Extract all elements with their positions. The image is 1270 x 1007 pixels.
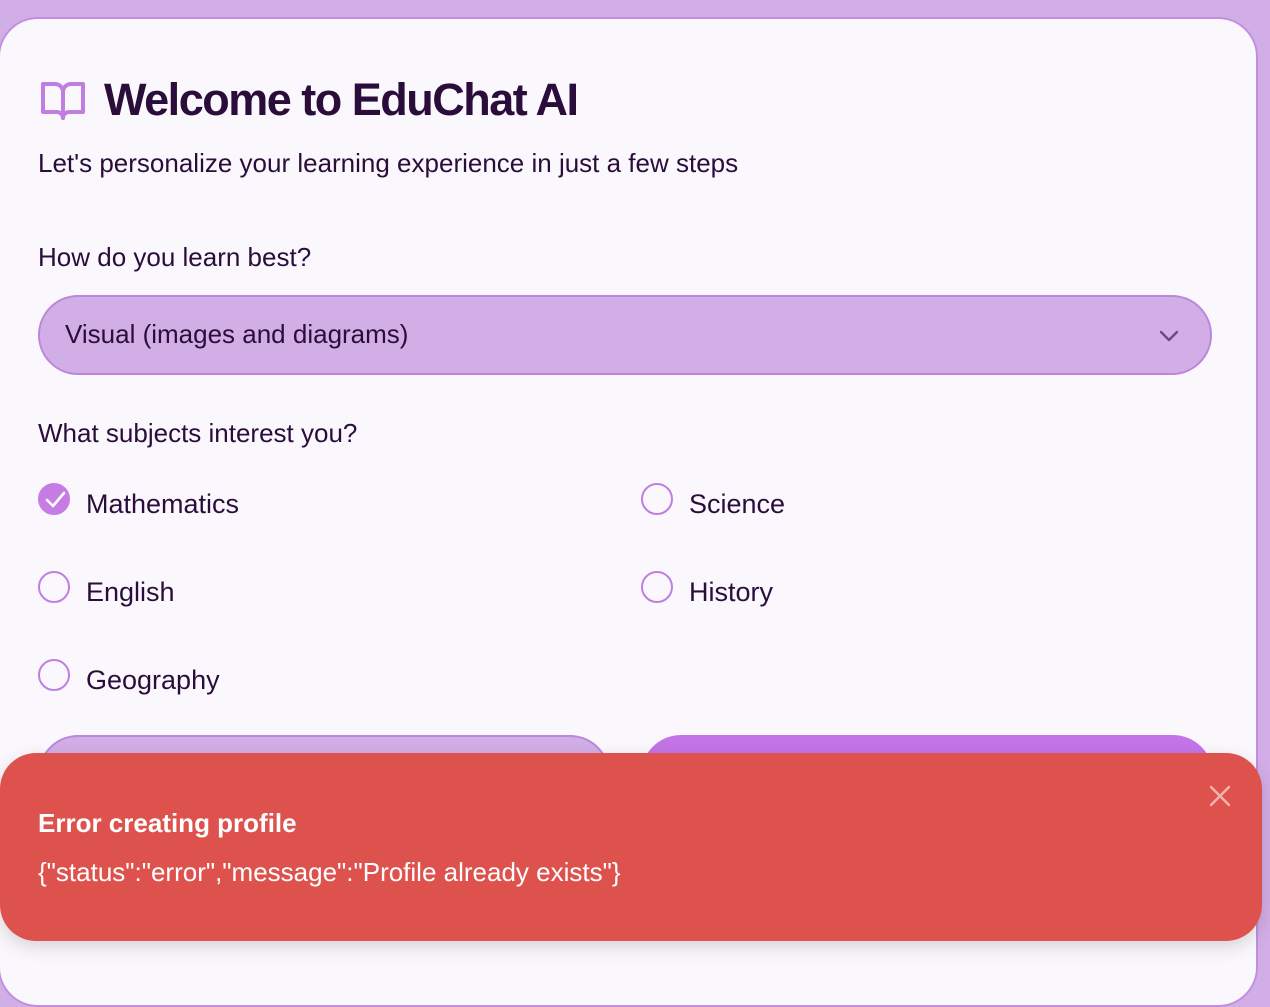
subject-label: Science bbox=[689, 489, 786, 519]
checkbox-unchecked[interactable] bbox=[38, 571, 70, 603]
chevron-down-icon bbox=[1158, 325, 1180, 347]
checkbox-unchecked[interactable] bbox=[38, 659, 70, 691]
subjects-label: What subjects interest you? bbox=[38, 418, 358, 448]
toast-title: Error creating profile bbox=[38, 808, 297, 838]
checkbox-unchecked[interactable] bbox=[641, 483, 673, 515]
learning-style-select[interactable]: Visual (images and diagrams) bbox=[38, 295, 1212, 375]
error-toast: Error creating profile {"status":"error"… bbox=[0, 753, 1262, 941]
book-open-icon bbox=[40, 77, 86, 123]
learning-style-value: Visual (images and diagrams) bbox=[65, 319, 409, 349]
checkbox-checked[interactable] bbox=[38, 483, 70, 515]
subject-label: History bbox=[689, 577, 774, 607]
learning-style-label: How do you learn best? bbox=[38, 242, 312, 272]
subject-label: English bbox=[86, 577, 175, 607]
toast-message: {"status":"error","message":"Profile alr… bbox=[38, 857, 621, 887]
close-icon[interactable] bbox=[1207, 783, 1233, 809]
page-subtitle: Let's personalize your learning experien… bbox=[38, 148, 739, 178]
subject-label: Mathematics bbox=[86, 489, 240, 519]
header: Welcome to EduChat AI bbox=[40, 72, 579, 128]
subject-label: Geography bbox=[86, 665, 220, 695]
page-title: Welcome to EduChat AI bbox=[104, 74, 579, 125]
checkbox-unchecked[interactable] bbox=[641, 571, 673, 603]
